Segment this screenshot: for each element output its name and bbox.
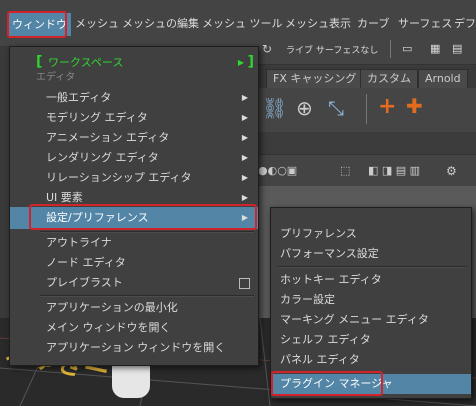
menu-item-relationship-editors[interactable]: リレーションシップ エディタ ▶ xyxy=(10,168,258,188)
menu-item-workspace[interactable]: [ ワークスペース ▶ ] xyxy=(10,53,258,73)
menu-item-animation-editors[interactable]: アニメーション エディタ ▶ xyxy=(10,128,258,148)
menu-item-preferences[interactable]: プリファレンス xyxy=(271,224,471,244)
locator-icon[interactable]: ⊕ xyxy=(296,96,313,120)
menu-mesh-display[interactable]: メッシュ表示 xyxy=(285,14,351,34)
settings-preferences-submenu: プリファレンス パフォーマンス設定 ホットキー エディタ カラー設定 マーキング… xyxy=(270,207,472,399)
render-settings-icon[interactable]: ▦ xyxy=(430,42,440,55)
menu-item-playblast[interactable]: プレイブラスト xyxy=(10,273,258,293)
camera-icon[interactable]: ⚙ xyxy=(446,164,457,178)
chevron-right-icon: ▶ xyxy=(241,173,248,182)
joint-icon[interactable]: ⛓ xyxy=(262,96,287,120)
tab-custom[interactable]: カスタム xyxy=(360,69,418,89)
chevron-right-icon: ▶ xyxy=(241,113,248,122)
menu-surfaces[interactable]: サーフェス xyxy=(398,14,452,34)
menu-item-minimize-application[interactable]: アプリケーションの最小化 xyxy=(10,298,258,318)
divider xyxy=(366,94,367,124)
menu-item-modeling-editors[interactable]: モデリング エディタ ▶ xyxy=(10,108,258,128)
shelf-tabbar: FX キャッシング カスタム Arnold xyxy=(256,66,476,89)
menu-item-outliner[interactable]: アウトライナ xyxy=(10,233,258,253)
menu-item-settings-preferences[interactable]: 設定/プリファレンス ▶ xyxy=(10,207,258,229)
menu-edit-mesh[interactable]: メッシュの編集 xyxy=(122,14,199,34)
shelf-icons: ⛓ ⊕ ⤡ + ✚ xyxy=(256,88,476,132)
bracket-left-icon: [ xyxy=(36,54,43,70)
status-line: ↻ ライブ サーフェスなし ▭ ▦ ▤ xyxy=(256,36,476,65)
window-menu: [ ワークスペース ▶ ] エディタ 一般エディタ ▶ モデリング エディタ ▶ ア… xyxy=(9,46,259,366)
menu-separator xyxy=(277,266,467,268)
chevron-right-icon: ▶ xyxy=(237,58,244,67)
divider xyxy=(390,40,391,58)
menu-item-hotkey-editor[interactable]: ホットキー エディタ xyxy=(271,270,471,290)
chevron-right-icon: ▶ xyxy=(241,153,248,162)
render-icon[interactable]: ▭ xyxy=(402,42,412,55)
menu-item-node-editor[interactable]: ノード エディタ xyxy=(10,253,258,273)
menu-item-raise-main-window[interactable]: メイン ウィンドウを開く xyxy=(10,318,258,338)
wireframe-icon[interactable]: ●◐○▣ xyxy=(258,164,297,177)
menu-item-performance-settings[interactable]: パフォーマンス設定 xyxy=(271,244,471,264)
bind-skin-icon[interactable]: + xyxy=(378,94,396,119)
menu-separator xyxy=(40,295,254,297)
menu-item-marking-menu-editor[interactable]: マーキング メニュー エディタ xyxy=(271,310,471,330)
ik-spline-icon[interactable]: ✚ xyxy=(406,94,423,118)
menu-item-rendering-editors[interactable]: レンダリング エディタ ▶ xyxy=(10,148,258,168)
menu-item-plugin-manager[interactable]: プラグイン マネージャ xyxy=(271,374,471,394)
menu-deform[interactable]: デフ xyxy=(454,14,476,34)
chevron-right-icon: ▶ xyxy=(241,93,248,102)
bracket-right-icon: ] xyxy=(247,54,254,70)
menu-item-ui-elements[interactable]: UI 要素 ▶ xyxy=(10,188,258,208)
menu-mesh[interactable]: メッシュ xyxy=(75,14,119,34)
tab-fx-caching[interactable]: FX キャッシング xyxy=(266,69,364,89)
ipr-icon[interactable]: ▤ xyxy=(452,42,462,55)
chevron-right-icon: ▶ xyxy=(241,193,248,202)
ik-handle-icon[interactable]: ⤡ xyxy=(328,96,344,120)
option-box-icon[interactable] xyxy=(239,278,250,289)
chevron-right-icon: ▶ xyxy=(241,133,248,142)
menu-item-panel-editor[interactable]: パネル エディタ xyxy=(271,350,471,370)
editor-header: エディタ xyxy=(36,72,76,83)
chevron-right-icon: ▶ xyxy=(241,213,248,222)
menu-mesh-tools[interactable]: メッシュ ツール xyxy=(202,14,283,34)
menu-curves[interactable]: カーブ xyxy=(357,14,389,34)
menu-item-general-editors[interactable]: 一般エディタ ▶ xyxy=(10,88,258,108)
menu-item-shelf-editor[interactable]: シェルフ エディタ xyxy=(271,330,471,350)
magnet-icon[interactable]: ↻ xyxy=(262,42,272,56)
live-surface-label[interactable]: ライブ サーフェスなし xyxy=(286,43,378,56)
menu-item-raise-application-windows[interactable]: アプリケーション ウィンドウを開く xyxy=(10,338,258,358)
isolate-icon[interactable]: ◧ ◨ ▤ ▥ xyxy=(368,164,420,177)
tab-arnold[interactable]: Arnold xyxy=(418,69,468,89)
menu-item-color-settings[interactable]: カラー設定 xyxy=(271,290,471,310)
menu-window[interactable]: ウィンドウ xyxy=(8,13,71,36)
select-icon[interactable]: ⬚ xyxy=(340,164,350,177)
